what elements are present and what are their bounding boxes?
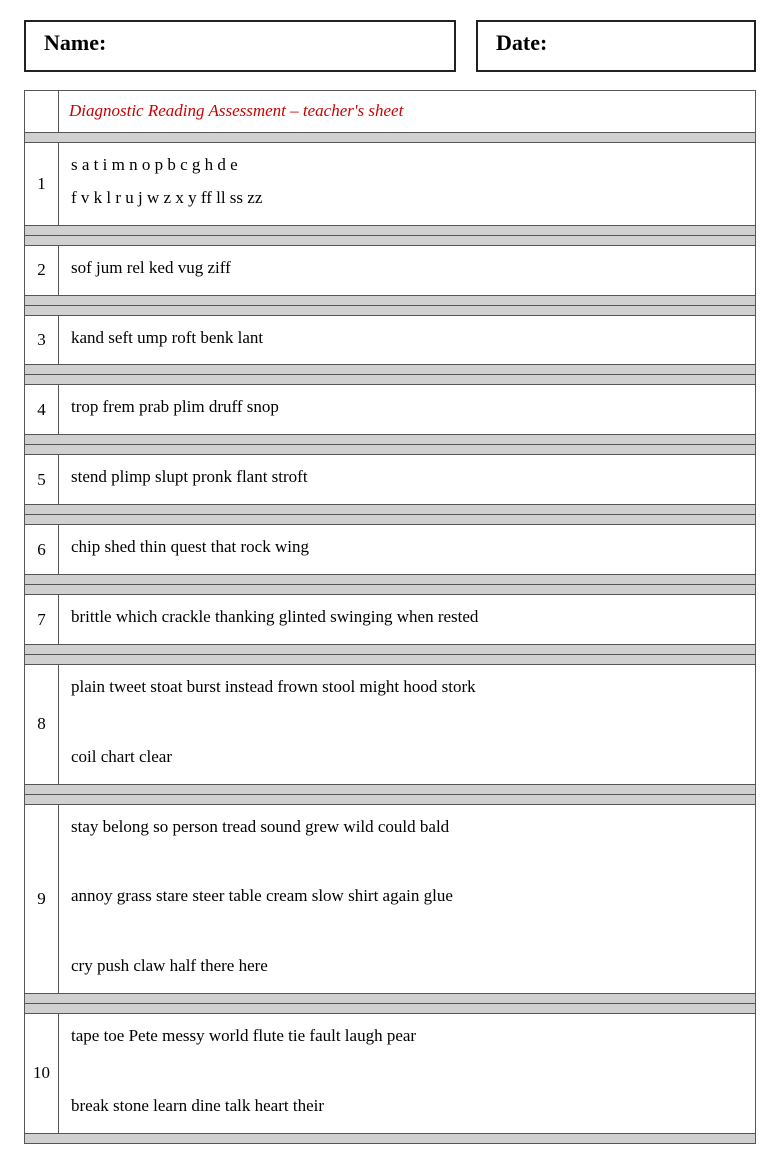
spacer-row-bottom	[25, 645, 756, 655]
row-content-8: plain tweet stoat burst instead frown st…	[59, 665, 756, 785]
spacer-row	[25, 585, 756, 595]
spacer-row	[25, 515, 756, 525]
row-content-9: stay belong so person tread sound grew w…	[59, 804, 756, 993]
spacer-row	[25, 375, 756, 385]
name-box: Name:	[24, 20, 456, 72]
title-num-cell	[25, 91, 59, 133]
row-num-1: 1	[25, 142, 59, 225]
content-line	[71, 706, 743, 735]
table-row: 4 trop frem prab plim druff snop	[25, 385, 756, 435]
content-line	[71, 846, 743, 875]
row-content-1: s a t i m n o p b c g h d e f v k l r u j…	[59, 142, 756, 225]
row-content-10: tape toe Pete messy world flute tie faul…	[59, 1014, 756, 1134]
spacer-row	[25, 1004, 756, 1014]
spacer-row	[25, 132, 756, 142]
date-label: Date:	[496, 30, 547, 55]
row-content-7: brittle which crackle thanking glinted s…	[59, 595, 756, 645]
row-content-2: sof jum rel ked vug ziff	[59, 245, 756, 295]
content-line: stay belong so person tread sound grew w…	[71, 813, 743, 842]
spacer-row-bottom	[25, 575, 756, 585]
content-line: stend plimp slupt pronk flant stroft	[71, 463, 743, 492]
spacer-row-bottom	[25, 994, 756, 1004]
title-cell: Diagnostic Reading Assessment – teacher'…	[59, 91, 756, 133]
header-section: Name: Date:	[24, 20, 756, 72]
row-num-2: 2	[25, 245, 59, 295]
content-line: break stone learn dine talk heart their	[71, 1092, 743, 1121]
spacer-row-bottom	[25, 295, 756, 305]
table-row: 7 brittle which crackle thanking glinted …	[25, 595, 756, 645]
name-label: Name:	[44, 30, 106, 55]
spacer-row-bottom	[25, 784, 756, 794]
content-line: plain tweet stoat burst instead frown st…	[71, 673, 743, 702]
row-num-3: 3	[25, 315, 59, 365]
row-num-6: 6	[25, 525, 59, 575]
row-num-4: 4	[25, 385, 59, 435]
content-line: chip shed thin quest that rock wing	[71, 533, 743, 562]
content-line: f v k l r u j w z x y ff ll ss zz	[71, 184, 743, 213]
spacer-row-bottom	[25, 225, 756, 235]
row-content-6: chip shed thin quest that rock wing	[59, 525, 756, 575]
row-num-9: 9	[25, 804, 59, 993]
row-content-3: kand seft ump roft benk lant	[59, 315, 756, 365]
table-row: 3 kand seft ump roft benk lant	[25, 315, 756, 365]
spacer-row	[25, 794, 756, 804]
row-num-7: 7	[25, 595, 59, 645]
content-line: cry push claw half there here	[71, 952, 743, 981]
spacer-row-bottom	[25, 365, 756, 375]
date-box: Date:	[476, 20, 756, 72]
spacer-row-bottom	[25, 505, 756, 515]
content-line: sof jum rel ked vug ziff	[71, 254, 743, 283]
table-row: 10 tape toe Pete messy world flute tie fa…	[25, 1014, 756, 1134]
table-row: 6 chip shed thin quest that rock wing	[25, 525, 756, 575]
spacer-row	[25, 655, 756, 665]
row-num-10: 10	[25, 1014, 59, 1134]
content-line: coil chart clear	[71, 743, 743, 772]
table-row: 5 stend plimp slupt pronk flant stroft	[25, 455, 756, 505]
table-row: 8 plain tweet stoat burst instead frown s…	[25, 665, 756, 785]
content-line: brittle which crackle thanking glinted s…	[71, 603, 743, 632]
spacer-row	[25, 235, 756, 245]
row-num-5: 5	[25, 455, 59, 505]
content-line: kand seft ump roft benk lant	[71, 324, 743, 353]
spacer-row	[25, 305, 756, 315]
content-line: s a t i m n o p b c g h d e	[71, 151, 743, 180]
row-content-5: stend plimp slupt pronk flant stroft	[59, 455, 756, 505]
content-line	[71, 1055, 743, 1084]
row-num-8: 8	[25, 665, 59, 785]
spacer-row-bottom	[25, 435, 756, 445]
content-line: trop frem prab plim druff snop	[71, 393, 743, 422]
content-line	[71, 915, 743, 944]
content-line: annoy grass stare steer table cream slow…	[71, 882, 743, 911]
table-row: 2 sof jum rel ked vug ziff	[25, 245, 756, 295]
assessment-title: Diagnostic Reading Assessment – teacher'…	[69, 101, 403, 120]
assessment-table: Diagnostic Reading Assessment – teacher'…	[24, 90, 756, 1144]
table-row: 1 s a t i m n o p b c g h d e f v k l r u …	[25, 142, 756, 225]
spacer-row-bottom	[25, 1133, 756, 1143]
spacer-row	[25, 445, 756, 455]
content-line: tape toe Pete messy world flute tie faul…	[71, 1022, 743, 1051]
table-row: 9 stay belong so person tread sound grew …	[25, 804, 756, 993]
row-content-4: trop frem prab plim druff snop	[59, 385, 756, 435]
